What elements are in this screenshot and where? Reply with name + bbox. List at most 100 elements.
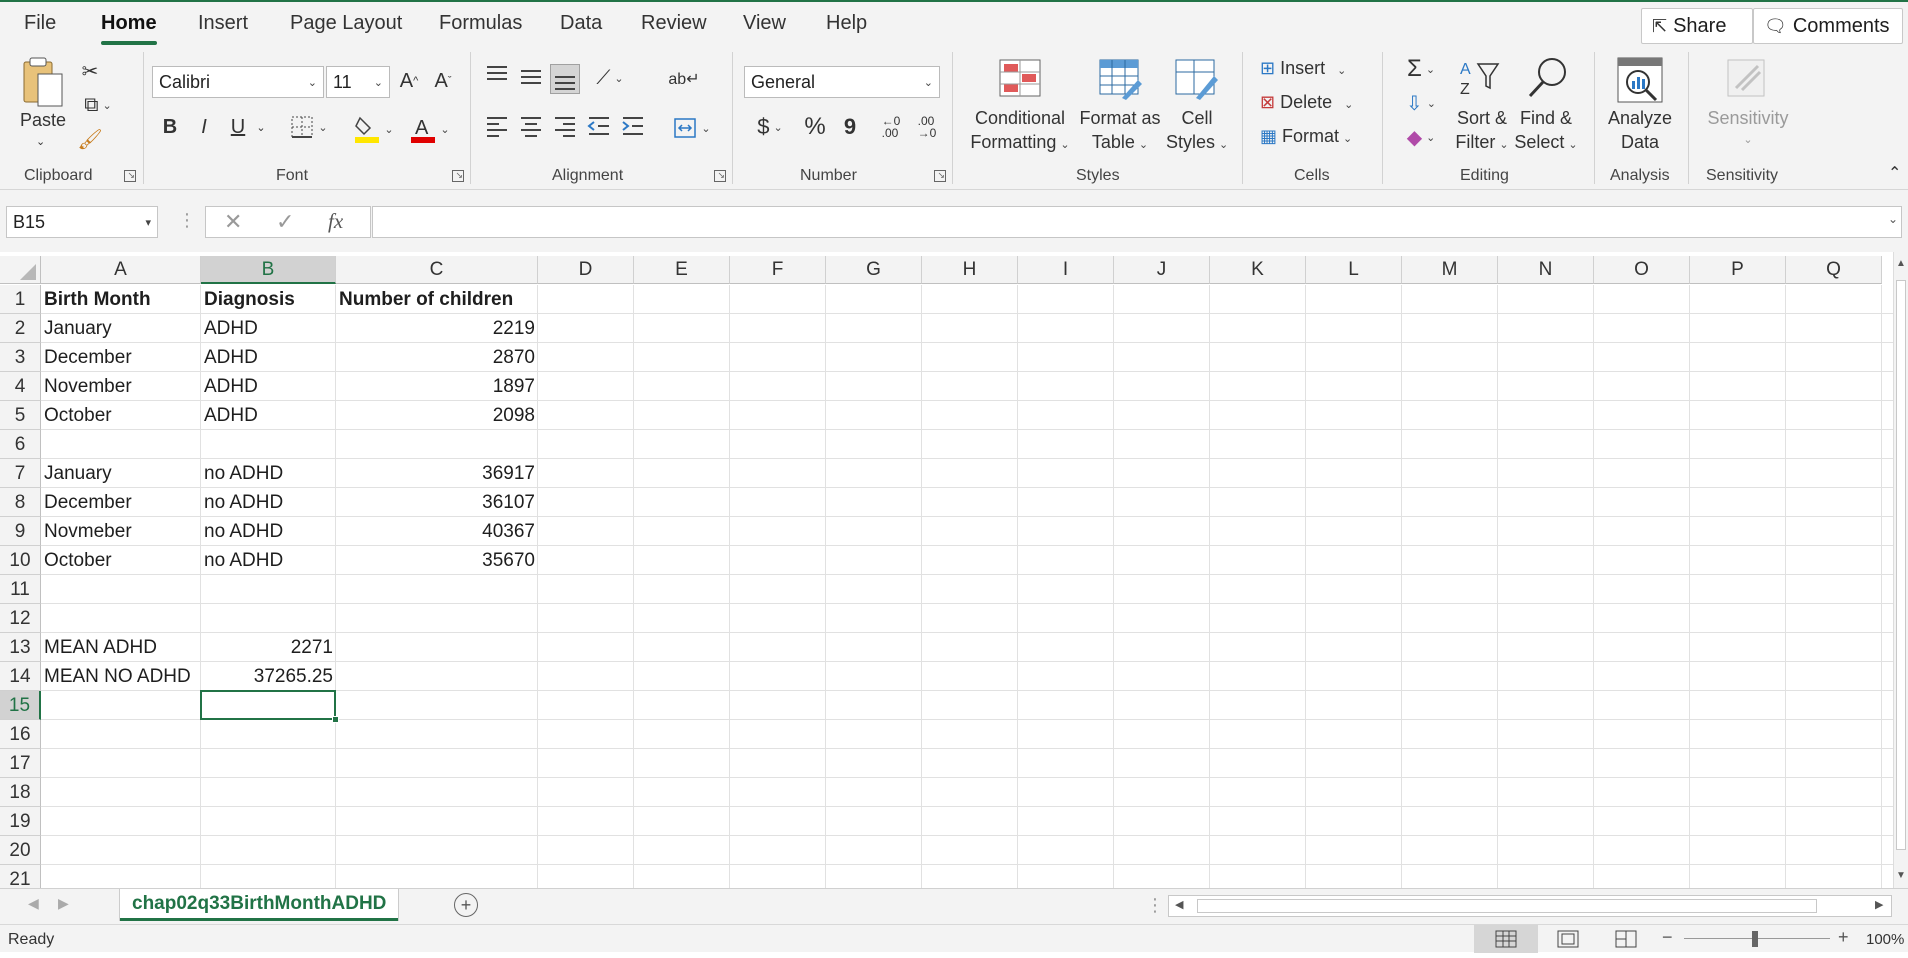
cell-a1[interactable]: Birth Month	[41, 285, 201, 314]
cell-a8[interactable]: December	[41, 488, 201, 517]
cell-c5[interactable]: 2098	[336, 401, 538, 430]
cell-c1[interactable]: Number of children	[336, 285, 542, 314]
share-button[interactable]: ⇱ Share	[1641, 8, 1753, 44]
row-header-3[interactable]: 3	[0, 343, 41, 372]
row-header-14[interactable]: 14	[0, 662, 41, 691]
wrap-text-icon[interactable]: ab↵	[668, 64, 699, 94]
cell-b13[interactable]: 2271	[201, 633, 336, 662]
cell-b5[interactable]: ADHD	[201, 401, 336, 430]
format-as-table-label[interactable]: Format as Table ⌄	[1076, 106, 1164, 157]
cell-a7[interactable]: January	[41, 459, 201, 488]
cell-a14[interactable]: MEAN NO ADHD	[41, 662, 201, 691]
decrease-indent-icon[interactable]	[586, 114, 612, 143]
analyze-data-icon[interactable]	[1616, 54, 1666, 109]
scroll-right-icon[interactable]: ▶	[1875, 898, 1883, 911]
cell-b7[interactable]: no ADHD	[201, 459, 336, 488]
select-all-corner[interactable]	[0, 256, 41, 284]
bold-button[interactable]: B	[158, 112, 182, 142]
cell-a13[interactable]: MEAN ADHD	[41, 633, 201, 662]
zoom-slider-thumb[interactable]	[1752, 931, 1758, 947]
expand-formula-bar-icon[interactable]: ⌄	[1888, 212, 1898, 226]
cell-a10[interactable]: October	[41, 546, 201, 575]
paste-dropdown-icon[interactable]: ⌄	[36, 130, 45, 154]
font-size-select[interactable]: 11 ⌄	[326, 66, 390, 98]
top-align-icon[interactable]	[484, 62, 510, 93]
insert-function-icon[interactable]: fx	[328, 209, 343, 234]
normal-view-button[interactable]	[1474, 925, 1538, 953]
zoom-level[interactable]: 100%	[1866, 931, 1908, 948]
tab-review[interactable]: Review	[641, 12, 707, 35]
cell-b9[interactable]: no ADHD	[201, 517, 336, 546]
font-launcher-icon[interactable]: ↘	[452, 170, 464, 182]
zoom-out-icon[interactable]: −	[1662, 927, 1673, 948]
analyze-data-label[interactable]: Analyze Data	[1604, 106, 1676, 154]
orientation-icon[interactable]: ⟋ ⌄	[588, 64, 632, 92]
cancel-icon[interactable]: ✕	[224, 209, 242, 235]
merge-center-icon[interactable]: ⌄	[668, 114, 716, 142]
tab-split-grip-icon[interactable]: ⋮	[1146, 895, 1164, 916]
active-cell-outline[interactable]	[200, 690, 336, 720]
font-name-select[interactable]: Calibri ⌄	[152, 66, 324, 98]
row-header-2[interactable]: 2	[0, 314, 41, 343]
increase-decimal-icon[interactable]: ←0.00	[876, 112, 906, 142]
cut-icon[interactable]: ✂	[78, 58, 102, 84]
cell-b14[interactable]: 37265.25	[201, 662, 336, 691]
cell-b8[interactable]: no ADHD	[201, 488, 336, 517]
sort-filter-icon[interactable]: AZ	[1458, 56, 1502, 105]
sort-filter-label[interactable]: Sort & Filter ⌄	[1450, 106, 1514, 157]
copy-icon[interactable]: ⧉ ⌄	[78, 92, 118, 118]
cell-b2[interactable]: ADHD	[201, 314, 336, 343]
column-header-j[interactable]: J	[1114, 256, 1210, 284]
sheet-tab-active[interactable]: chap02q33BirthMonthADHD	[120, 889, 399, 921]
align-right-icon[interactable]	[552, 114, 578, 143]
cell-c10[interactable]: 35670	[336, 546, 538, 575]
cell-c9[interactable]: 40367	[336, 517, 538, 546]
column-header-o[interactable]: O	[1594, 256, 1690, 284]
delete-cells-button[interactable]: ⊠ Delete ⌄	[1260, 90, 1353, 117]
name-box[interactable]: B15 ▾	[6, 206, 158, 238]
page-break-view-button[interactable]	[1610, 925, 1642, 953]
row-header-13[interactable]: 13	[0, 633, 41, 662]
underline-button[interactable]: U	[226, 112, 250, 142]
vertical-scroll-thumb[interactable]	[1896, 280, 1906, 850]
scroll-down-icon[interactable]: ▼	[1896, 870, 1906, 881]
align-left-icon[interactable]	[484, 114, 510, 143]
row-header-11[interactable]: 11	[0, 575, 41, 604]
row-header-4[interactable]: 4	[0, 372, 41, 401]
row-header-5[interactable]: 5	[0, 401, 41, 430]
fill-icon[interactable]: ⇩ ⌄	[1398, 88, 1444, 118]
column-header-g[interactable]: G	[826, 256, 922, 284]
clipboard-launcher-icon[interactable]: ↘	[124, 170, 136, 182]
number-format-select[interactable]: General ⌄	[744, 66, 940, 98]
borders-button[interactable]: ⌄	[284, 112, 334, 142]
cell-b1[interactable]: Diagnosis	[201, 285, 336, 314]
increase-font-icon[interactable]: A ^	[396, 66, 422, 96]
tab-insert[interactable]: Insert	[198, 12, 248, 35]
row-header-10[interactable]: 10	[0, 546, 41, 575]
column-header-d[interactable]: D	[538, 256, 634, 284]
row-header-16[interactable]: 16	[0, 720, 41, 749]
decrease-font-icon[interactable]: Aˇ	[430, 66, 456, 96]
row-header-12[interactable]: 12	[0, 604, 41, 633]
tab-home[interactable]: Home	[101, 12, 157, 45]
cell-c8[interactable]: 36107	[336, 488, 538, 517]
autosum-icon[interactable]: Σ ⌄	[1398, 54, 1444, 84]
prev-sheet-icon[interactable]: ◀	[28, 895, 39, 912]
format-cells-button[interactable]: ▦ Format ⌄	[1260, 124, 1352, 151]
horizontal-scrollbar[interactable]: ◀ ▶	[1168, 895, 1892, 917]
cell-styles-label[interactable]: Cell Styles ⌄	[1166, 106, 1228, 157]
column-header-k[interactable]: K	[1210, 256, 1306, 284]
bottom-align-icon[interactable]	[550, 64, 580, 94]
format-painter-icon[interactable]: 🖌	[77, 126, 102, 152]
row-header-7[interactable]: 7	[0, 459, 41, 488]
vertical-scrollbar[interactable]: ▲ ▼	[1893, 252, 1908, 888]
column-header-e[interactable]: E	[634, 256, 730, 284]
column-header-p[interactable]: P	[1690, 256, 1786, 284]
number-launcher-icon[interactable]: ↘	[934, 170, 946, 182]
alignment-launcher-icon[interactable]: ↘	[714, 170, 726, 182]
next-sheet-icon[interactable]: ▶	[58, 895, 69, 912]
column-header-c[interactable]: C	[336, 256, 538, 284]
column-header-m[interactable]: M	[1402, 256, 1498, 284]
zoom-in-icon[interactable]: +	[1838, 927, 1849, 948]
enter-icon[interactable]: ✓	[276, 209, 294, 235]
